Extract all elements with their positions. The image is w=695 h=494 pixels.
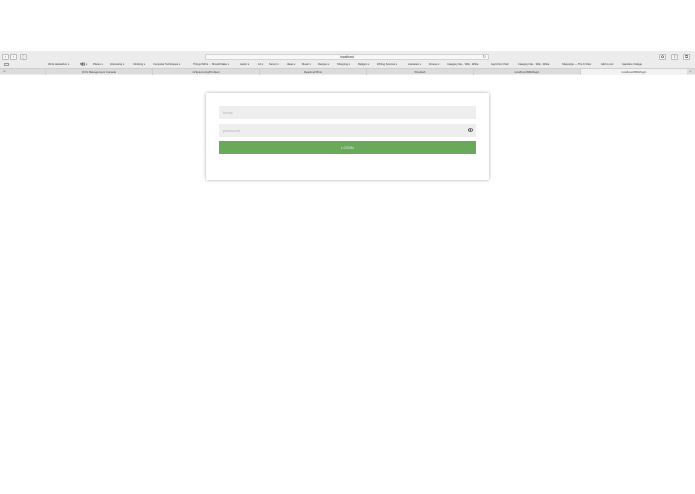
new-tab-icon[interactable]: + (689, 70, 692, 73)
chevron-right-icon: › (12, 54, 15, 59)
bookmark-item[interactable]: Things Will & ... Should Make ▾ (193, 63, 229, 66)
share-button[interactable]: ⇧ (671, 54, 678, 60)
bookmark-item[interactable]: Computer Techniques ▾ (153, 63, 180, 66)
tab-overview-button[interactable]: ⧉ (683, 54, 690, 60)
bookmark-item[interactable]: Recipes ▾ (318, 63, 329, 66)
forward-button[interactable]: › (10, 54, 17, 60)
address-text: localhost (340, 55, 354, 59)
email-input[interactable] (219, 106, 476, 119)
reading-list-icon[interactable] (4, 63, 9, 66)
bookmark-item[interactable]: Interesting ▾ (110, 63, 124, 66)
bookmark-item[interactable]: Art ▾ (258, 63, 263, 66)
bookmark-item[interactable]: Music ▾ (302, 63, 311, 66)
bookmark-item[interactable]: Fitness ▾ (429, 63, 439, 66)
sidebar-button[interactable]: ▯ (20, 54, 27, 60)
tab-bar: ≡ + OCS Management Console mrSpamming/Pro… (0, 68, 695, 75)
browser-tab[interactable]: localhost:8000/login (580, 69, 687, 75)
bookmark-item[interactable]: Add to List (601, 63, 613, 66)
bookmark-item[interactable]: Literature ▾ (408, 63, 421, 66)
bookmark-item[interactable]: Places ▾ (93, 63, 103, 66)
share-icon: ⇧ (672, 54, 677, 59)
tabs-icon: ⧉ (685, 54, 688, 59)
browser-tab[interactable]: OCS Management Console (45, 69, 152, 75)
bookmark-item[interactable]: Religion ▾ (358, 63, 369, 66)
address-bar[interactable]: localhost ↻ (205, 54, 489, 60)
tab-list-icon[interactable]: ≡ (3, 70, 6, 73)
browser-tab[interactable]: ReadmeOfFun (259, 69, 366, 75)
bookmark-item[interactable]: Slopestyle — The K Files (562, 63, 591, 66)
bookmark-item[interactable]: Asynchro Chat! (491, 63, 509, 66)
reload-icon[interactable]: ↻ (483, 55, 486, 59)
gear-icon: ✿ (660, 54, 665, 59)
browser-tab[interactable]: localhost:8000/login (473, 69, 580, 75)
bookmark-item[interactable]: B▌▌ ▾ (80, 63, 87, 66)
login-card: LOGIN (206, 93, 489, 180)
login-button[interactable]: LOGIN (219, 141, 476, 154)
bookmark-item[interactable]: Gapoltus College (622, 63, 642, 66)
bookmark-item[interactable]: Writing Sources ▾ (377, 63, 397, 66)
password-input[interactable] (219, 124, 476, 137)
sidebar-icon: ▯ (22, 54, 25, 59)
bookmark-item[interactable]: Category:Ide... Wiki - Wikia (447, 63, 478, 66)
bookmark-item[interactable]: Server ▾ (269, 63, 279, 66)
browser-tab[interactable]: Shodash (366, 69, 473, 75)
bookmark-item[interactable]: Austin ▾ (240, 63, 249, 66)
bookmark-item[interactable]: Shopping ▾ (337, 63, 350, 66)
chevron-left-icon: ‹ (4, 54, 7, 59)
back-button[interactable]: ‹ (2, 54, 9, 60)
browser-toolbar: ‹ › ▯ localhost ↻ ✿ ⇧ ⧉ (0, 51, 695, 61)
extension-button[interactable]: ✿ (659, 54, 666, 60)
browser-chrome: ‹ › ▯ localhost ↻ ✿ ⇧ ⧉ Work Hackathon ▾… (0, 51, 695, 75)
bookmark-item[interactable]: Work Hackathon ▾ (48, 63, 69, 66)
eye-icon[interactable] (468, 128, 473, 132)
bookmark-item[interactable]: Ideas ▾ (287, 63, 295, 66)
browser-tab[interactable]: mrSpamming/Problem (152, 69, 259, 75)
bookmarks-bar: Work Hackathon ▾ B▌▌ ▾ Places ▾ Interesting… (0, 62, 695, 67)
bookmark-item[interactable]: Climbing ▾ (133, 63, 145, 66)
bookmark-item[interactable]: Category:Ide... Wiki - Wikia (518, 63, 549, 66)
